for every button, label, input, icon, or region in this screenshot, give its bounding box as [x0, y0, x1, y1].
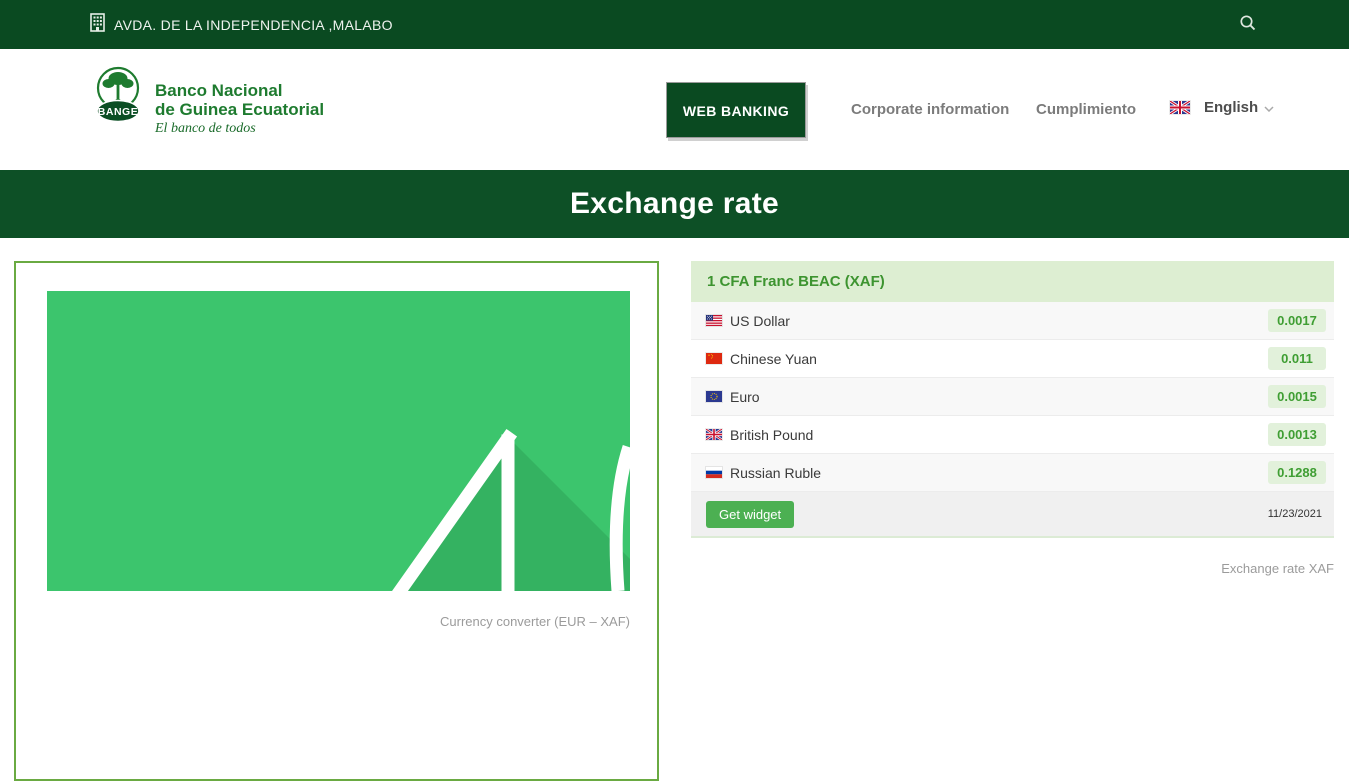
chevron-down-icon	[1264, 99, 1274, 116]
currency-name: US Dollar	[730, 313, 790, 329]
topbar: AVDA. DE LA INDEPENDENCIA ,MALABO	[0, 0, 1349, 49]
building-icon	[90, 13, 105, 37]
rate-value-badge: 0.1288	[1268, 461, 1326, 484]
currency-name: Euro	[730, 389, 760, 405]
currency-name: Chinese Yuan	[730, 351, 817, 367]
exchange-rates-table: 1 CFA Franc BEAC (XAF) US Dollar 0.0017 Ch…	[691, 261, 1334, 538]
search-icon	[1239, 20, 1257, 35]
rate-value-badge: 0.0017	[1268, 309, 1326, 332]
rates-table-header: 1 CFA Franc BEAC (XAF)	[691, 261, 1334, 302]
rate-value-badge: 0.0015	[1268, 385, 1326, 408]
branch-address: AVDA. DE LA INDEPENDENCIA ,MALABO	[114, 17, 393, 33]
eu-flag-icon	[706, 391, 722, 402]
nav-corporate-information[interactable]: Corporate information	[851, 101, 1009, 118]
table-row: British Pound 0.0013	[691, 416, 1334, 454]
table-row: Russian Ruble 0.1288	[691, 454, 1334, 492]
logo-text: Banco Nacional de Guinea Ecuatorial El b…	[155, 65, 324, 137]
bank-logo[interactable]: BANGE Banco Nacional de Guinea Ecuatoria…	[94, 65, 324, 137]
table-row: Euro 0.0015	[691, 378, 1334, 416]
rate-value-badge: 0.0013	[1268, 423, 1326, 446]
bange-emblem-icon: BANGE	[94, 65, 146, 130]
logo-tagline: El banco de todos	[155, 121, 324, 137]
table-row: US Dollar 0.0017	[691, 302, 1334, 340]
branch-address-block: AVDA. DE LA INDEPENDENCIA ,MALABO	[90, 13, 393, 37]
widget-caption: Currency converter (EUR – XAF)	[440, 614, 630, 629]
nav-web-banking-button[interactable]: WEB BANKING	[666, 82, 806, 138]
language-selector[interactable]: English	[1170, 99, 1274, 116]
uk-flag-icon	[1170, 101, 1190, 114]
get-widget-button[interactable]: Get widget	[706, 501, 794, 528]
gb-flag-icon	[706, 429, 722, 440]
currency-name: Russian Ruble	[730, 465, 821, 481]
svg-text:BANGE: BANGE	[98, 106, 138, 118]
currency-name: British Pound	[730, 427, 813, 443]
currency-widget-graphic	[47, 291, 630, 591]
cn-flag-icon	[706, 353, 722, 364]
exchange-rate-footnote[interactable]: Exchange rate XAF	[1221, 561, 1334, 576]
currency-converter-widget[interactable]: Currency converter (EUR – XAF)	[14, 261, 659, 781]
search-button[interactable]	[1235, 10, 1261, 39]
content: Currency converter (EUR – XAF) 1 CFA Fra…	[0, 238, 1349, 643]
page-title: Exchange rate	[570, 187, 779, 221]
page-title-banner: Exchange rate	[0, 170, 1349, 238]
table-row: Chinese Yuan 0.011	[691, 340, 1334, 378]
nav-cumplimiento[interactable]: Cumplimiento	[1036, 101, 1136, 118]
rates-table-body: US Dollar 0.0017 Chinese Yuan 0.011 Euro 0.00…	[691, 302, 1334, 492]
ru-flag-icon	[706, 467, 722, 478]
main-header: BANGE Banco Nacional de Guinea Ecuatoria…	[0, 49, 1349, 170]
us-flag-icon	[706, 315, 722, 326]
logo-name-line1: Banco Nacional	[155, 81, 324, 100]
rates-date: 11/23/2021	[1268, 508, 1322, 520]
logo-name-line2: de Guinea Ecuatorial	[155, 100, 324, 119]
rate-value-badge: 0.011	[1268, 347, 1326, 370]
rates-table-footer: Get widget 11/23/2021	[691, 492, 1334, 538]
page: AVDA. DE LA INDEPENDENCIA ,MALABO	[0, 0, 1349, 643]
language-label: English	[1204, 99, 1258, 116]
